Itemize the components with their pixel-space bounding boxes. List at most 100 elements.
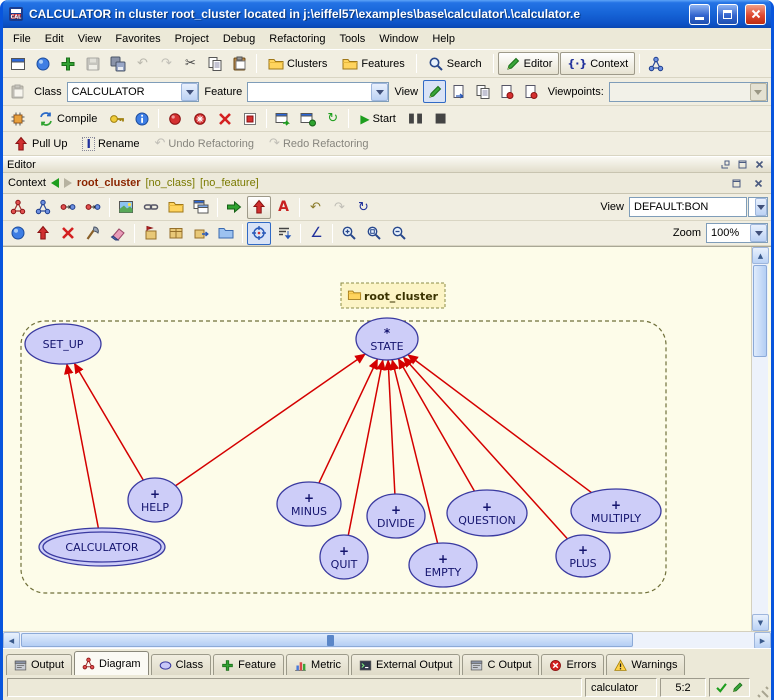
redo-button[interactable]: ↷	[155, 52, 178, 75]
inheritance-edge-help-to-set_up[interactable]	[74, 363, 143, 480]
class-node-quit[interactable]: +QUIT	[320, 535, 368, 579]
context-cluster[interactable]: root_cluster	[77, 177, 141, 189]
cluster-legend-button[interactable]	[214, 222, 238, 245]
diagram-redo-button[interactable]: ↷	[328, 196, 351, 219]
project-info-button[interactable]	[130, 107, 154, 130]
close-panel-button[interactable]	[752, 158, 767, 171]
tab-diagram[interactable]: Diagram	[74, 651, 149, 675]
inheritance-edge-question-to-state[interactable]	[398, 359, 474, 492]
add-ancestor-button[interactable]	[31, 222, 55, 245]
maximize-panel-button[interactable]	[735, 158, 750, 171]
class-node-state[interactable]: *STATE	[356, 318, 418, 360]
view-clickable-button[interactable]	[471, 80, 494, 103]
zoom-fit-button[interactable]	[362, 222, 386, 245]
go-to-button[interactable]	[222, 196, 246, 219]
minimize-button[interactable]	[689, 4, 710, 25]
paste-button[interactable]	[228, 52, 252, 75]
window-layout-button[interactable]	[189, 196, 213, 219]
class-combobox-arrow-icon[interactable]	[181, 83, 198, 101]
class-node-multiply[interactable]: +MULTIPLY	[571, 489, 661, 533]
precompile-button[interactable]	[238, 107, 262, 130]
resize-grip[interactable]	[753, 682, 769, 698]
diagram-tool-button[interactable]	[644, 52, 668, 75]
delete-button[interactable]	[56, 222, 80, 245]
refresh-diagram-button[interactable]: ↻	[352, 196, 375, 219]
show-supplier-button[interactable]	[247, 196, 271, 219]
pause-button[interactable]: ▮▮	[404, 107, 428, 130]
diagram-undo-button[interactable]: ↶	[304, 196, 327, 219]
zoom-out-button[interactable]	[387, 222, 411, 245]
tab-metric[interactable]: Metric	[286, 654, 349, 675]
class-combobox[interactable]: CALCULATOR	[67, 82, 200, 102]
launch-finalized-button[interactable]	[296, 107, 320, 130]
undo-button[interactable]: ↶	[131, 52, 154, 75]
viewpoints-combobox[interactable]	[609, 82, 768, 102]
start-button[interactable]: ▶Start	[353, 107, 402, 130]
class-node-calculator[interactable]: CALCULATOR	[39, 528, 165, 566]
clusters-button[interactable]: Clusters	[261, 52, 334, 75]
history-forward-button[interactable]	[64, 178, 72, 188]
menu-window[interactable]: Window	[372, 29, 425, 49]
pull-up-button[interactable]: Pull Up	[6, 132, 74, 155]
menu-debug[interactable]: Debug	[216, 29, 262, 49]
drop-class-button[interactable]	[6, 80, 29, 103]
freeze-button[interactable]	[188, 107, 212, 130]
melt-button[interactable]	[163, 107, 187, 130]
compile-button[interactable]: Compile	[31, 107, 104, 130]
save-button[interactable]	[81, 52, 105, 75]
scroll-down-button[interactable]: ▼	[752, 614, 769, 631]
settings-button[interactable]	[6, 107, 30, 130]
tab-feature[interactable]: Feature	[213, 654, 284, 675]
ignore-breakpoints-button[interactable]: ↻	[321, 107, 344, 130]
horizontal-scrollbar[interactable]: ◀ ▶	[3, 631, 771, 648]
menu-favorites[interactable]: Favorites	[108, 29, 167, 49]
label-tool-button[interactable]: A	[272, 196, 295, 219]
horizontal-scroll-thumb[interactable]	[21, 633, 633, 647]
class-node-minus[interactable]: +MINUS	[277, 482, 341, 526]
scroll-right-button[interactable]: ▶	[754, 632, 771, 649]
tab-errors[interactable]: Errors	[541, 654, 604, 675]
class-node-plus[interactable]: +PLUS	[556, 535, 610, 577]
inheritance-edge-calculator-to-set_up[interactable]	[67, 364, 99, 528]
class-node-empty[interactable]: +EMPTY	[409, 543, 477, 587]
view-options-dropdown[interactable]	[748, 197, 768, 217]
view-interface-button[interactable]	[520, 80, 543, 103]
link-cluster-button[interactable]	[189, 222, 213, 245]
menu-help[interactable]: Help	[425, 29, 462, 49]
diagram-view-combobox[interactable]: DEFAULT:BON	[629, 197, 747, 217]
cluster-label[interactable]: root_cluster	[341, 283, 445, 308]
inheritance-link-button[interactable]	[56, 196, 80, 219]
open-cluster-button[interactable]	[164, 196, 188, 219]
class-node-set_up[interactable]: SET_UP	[25, 324, 101, 364]
stop-button[interactable]: ■	[429, 107, 452, 130]
menu-project[interactable]: Project	[168, 29, 216, 49]
crop-button[interactable]	[81, 222, 105, 245]
tab-output[interactable]: Output	[6, 654, 72, 675]
maximize-button[interactable]	[717, 4, 738, 25]
tab-external-output[interactable]: External Output	[351, 654, 460, 675]
menu-edit[interactable]: Edit	[38, 29, 71, 49]
view-editor-button[interactable]	[423, 80, 446, 103]
inheritance-edge-divide-to-state[interactable]	[388, 360, 395, 494]
eraser-button[interactable]	[106, 222, 130, 245]
class-node-divide[interactable]: +DIVIDE	[367, 494, 425, 538]
view-flat-button[interactable]	[447, 80, 470, 103]
view-contract-button[interactable]	[495, 80, 518, 103]
menu-file[interactable]: File	[6, 29, 38, 49]
cut-button[interactable]: ✂	[179, 52, 202, 75]
class-node-help[interactable]: +HELP	[128, 478, 182, 522]
save-all-button[interactable]	[106, 52, 130, 75]
menu-tools[interactable]: Tools	[333, 29, 373, 49]
compile-options-button[interactable]	[105, 107, 129, 130]
open-project-button[interactable]	[31, 52, 55, 75]
client-link-button[interactable]	[81, 196, 105, 219]
zoom-combobox-arrow-icon[interactable]	[750, 224, 767, 242]
redo-refactoring-button[interactable]: ↷Redo Refactoring	[262, 132, 376, 155]
history-back-button[interactable]	[51, 178, 59, 188]
launch-workbench-button[interactable]	[271, 107, 295, 130]
new-window-button[interactable]	[6, 52, 30, 75]
tab-warnings[interactable]: Warnings	[606, 654, 685, 675]
undock-button[interactable]	[718, 158, 733, 171]
angle-tool-button[interactable]: ∠	[305, 222, 328, 245]
link-tool-button[interactable]	[139, 196, 163, 219]
